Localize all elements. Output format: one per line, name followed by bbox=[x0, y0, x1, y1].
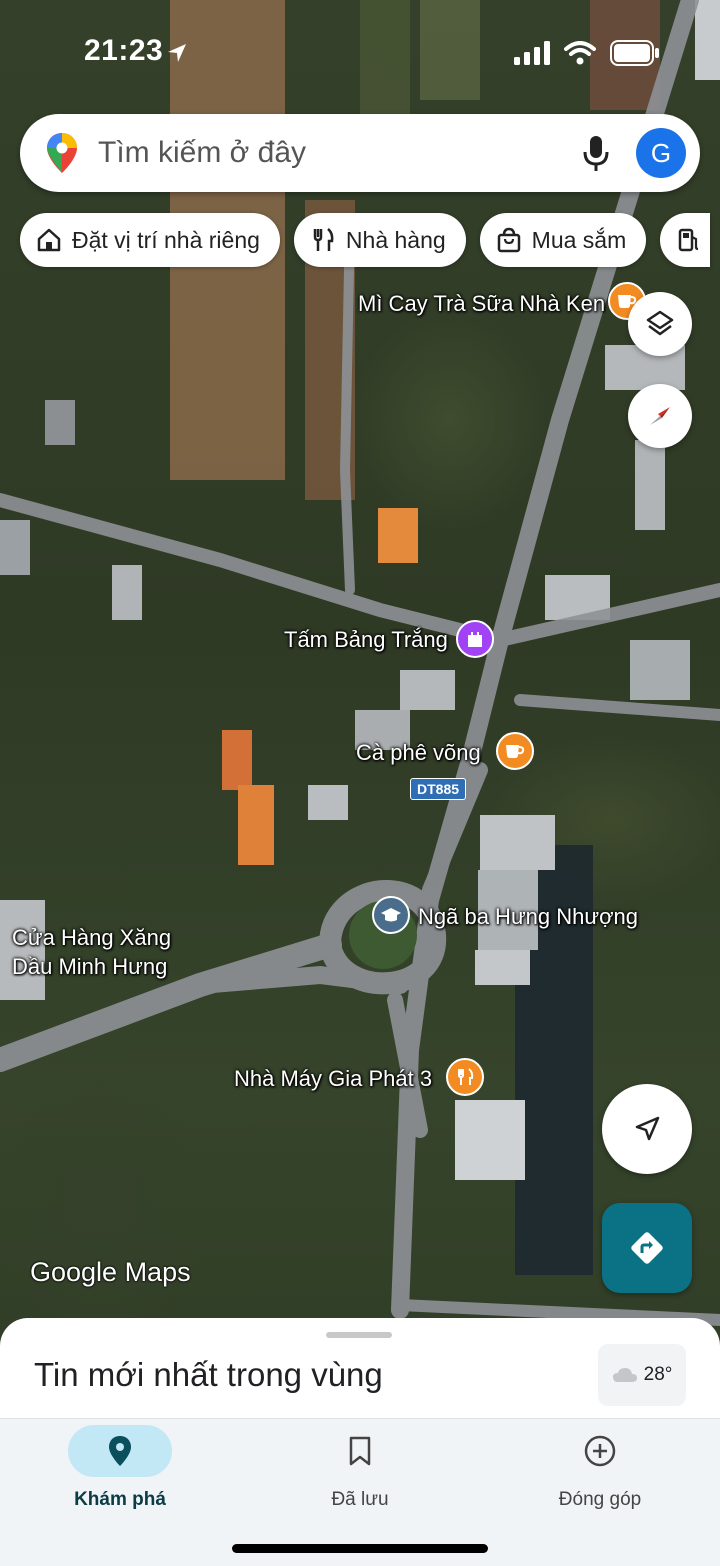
nav-contribute[interactable]: Đóng góp bbox=[480, 1419, 720, 1539]
home-icon bbox=[37, 228, 61, 252]
chip-shopping[interactable]: Mua sắm bbox=[479, 213, 647, 267]
cloud-icon bbox=[612, 1368, 637, 1382]
restaurant-icon bbox=[313, 228, 334, 251]
place-label-mi-cay[interactable]: Mì Cay Trà Sữa Nhà Ken bbox=[358, 290, 605, 318]
home-indicator[interactable] bbox=[232, 1544, 488, 1553]
place-label-nha-may[interactable]: Nhà Máy Gia Phát 3 bbox=[234, 1065, 432, 1093]
nav-explore-label: Khám phá bbox=[74, 1489, 166, 1510]
shopping-bag-icon bbox=[497, 227, 520, 253]
road-shield: DT885 bbox=[410, 778, 467, 800]
sheet-title: Tin mới nhất trong vùng bbox=[34, 1356, 383, 1393]
compass-icon bbox=[650, 407, 670, 425]
nav-saved-pill bbox=[308, 1425, 412, 1477]
my-location-button[interactable] bbox=[602, 1084, 692, 1174]
location-arrow-icon bbox=[168, 44, 186, 62]
landmark-pin-icon[interactable] bbox=[456, 620, 494, 658]
nav-saved[interactable]: Đã lưu bbox=[240, 1419, 480, 1539]
castle-icon bbox=[468, 632, 482, 647]
chip-shopping-label: Mua sắm bbox=[531, 226, 627, 253]
sheet-drag-handle[interactable] bbox=[326, 1332, 392, 1338]
compass-button[interactable] bbox=[628, 384, 692, 448]
restaurant-pin-icon[interactable] bbox=[446, 1058, 484, 1096]
search-input[interactable]: Tìm kiếm ở đây bbox=[98, 136, 582, 170]
bookmark-icon bbox=[349, 1436, 371, 1466]
nav-explore-pill bbox=[68, 1425, 172, 1477]
cafe-pin-icon[interactable] bbox=[496, 732, 534, 770]
coffee-cup-icon bbox=[506, 745, 525, 758]
microphone-icon[interactable] bbox=[582, 134, 610, 172]
layers-icon bbox=[646, 310, 674, 336]
graduation-cap-icon bbox=[381, 908, 401, 922]
chip-home[interactable]: Đặt vị trí nhà riêng bbox=[20, 213, 280, 267]
nav-explore[interactable]: Khám phá bbox=[0, 1419, 240, 1539]
nav-contribute-label: Đóng góp bbox=[558, 1489, 642, 1510]
wifi-icon bbox=[564, 41, 596, 65]
cellular-signal-icon bbox=[514, 41, 550, 65]
chip-restaurants[interactable]: Nhà hàng bbox=[293, 213, 466, 267]
place-label-cua-hang-2[interactable]: Dầu Minh Hưng bbox=[12, 953, 167, 981]
chip-restaurants-label: Nhà hàng bbox=[345, 226, 446, 253]
weather-chip[interactable]: 28° bbox=[598, 1344, 686, 1406]
place-label-cua-hang-1[interactable]: Cửa Hàng Xăng bbox=[12, 924, 171, 952]
status-bar: 21:23 bbox=[0, 0, 720, 100]
fork-knife-icon bbox=[458, 1068, 474, 1085]
category-chips: Đặt vị trí nhà riêng Nhà hàng Mua sắm bbox=[20, 213, 711, 267]
school-pin-icon[interactable] bbox=[372, 896, 410, 934]
place-label-ca-phe[interactable]: Cà phê võng bbox=[356, 739, 481, 767]
nav-saved-label: Đã lưu bbox=[331, 1489, 389, 1510]
bottom-sheet[interactable]: Tin mới nhất trong vùng 28° bbox=[0, 1318, 720, 1428]
account-avatar[interactable]: G bbox=[636, 128, 686, 178]
search-bar[interactable]: Tìm kiếm ở đây G bbox=[20, 114, 700, 192]
chip-home-label: Đặt vị trí nhà riêng bbox=[72, 226, 260, 253]
status-time: 21:23 bbox=[84, 34, 164, 67]
status-icons bbox=[514, 40, 660, 66]
temperature: 28° bbox=[643, 1364, 673, 1385]
add-circle-icon bbox=[584, 1435, 616, 1467]
location-pin-icon bbox=[109, 1436, 131, 1466]
directions-button[interactable] bbox=[602, 1203, 692, 1293]
gas-station-icon bbox=[679, 228, 699, 252]
avatar-letter: G bbox=[650, 137, 672, 168]
place-label-nga-ba[interactable]: Ngã ba Hưng Nhượng bbox=[418, 903, 638, 931]
nav-contribute-pill bbox=[548, 1425, 652, 1477]
chip-gas[interactable] bbox=[660, 213, 711, 267]
navigation-arrow-icon bbox=[635, 1116, 660, 1141]
google-maps-logo: Google Maps bbox=[30, 1257, 191, 1287]
battery-icon bbox=[610, 40, 659, 66]
place-label-tam-bang[interactable]: Tấm Bảng Trắng bbox=[284, 626, 448, 654]
google-maps-pin-icon bbox=[47, 133, 77, 173]
directions-icon bbox=[631, 1232, 663, 1264]
layers-button[interactable] bbox=[628, 292, 692, 356]
